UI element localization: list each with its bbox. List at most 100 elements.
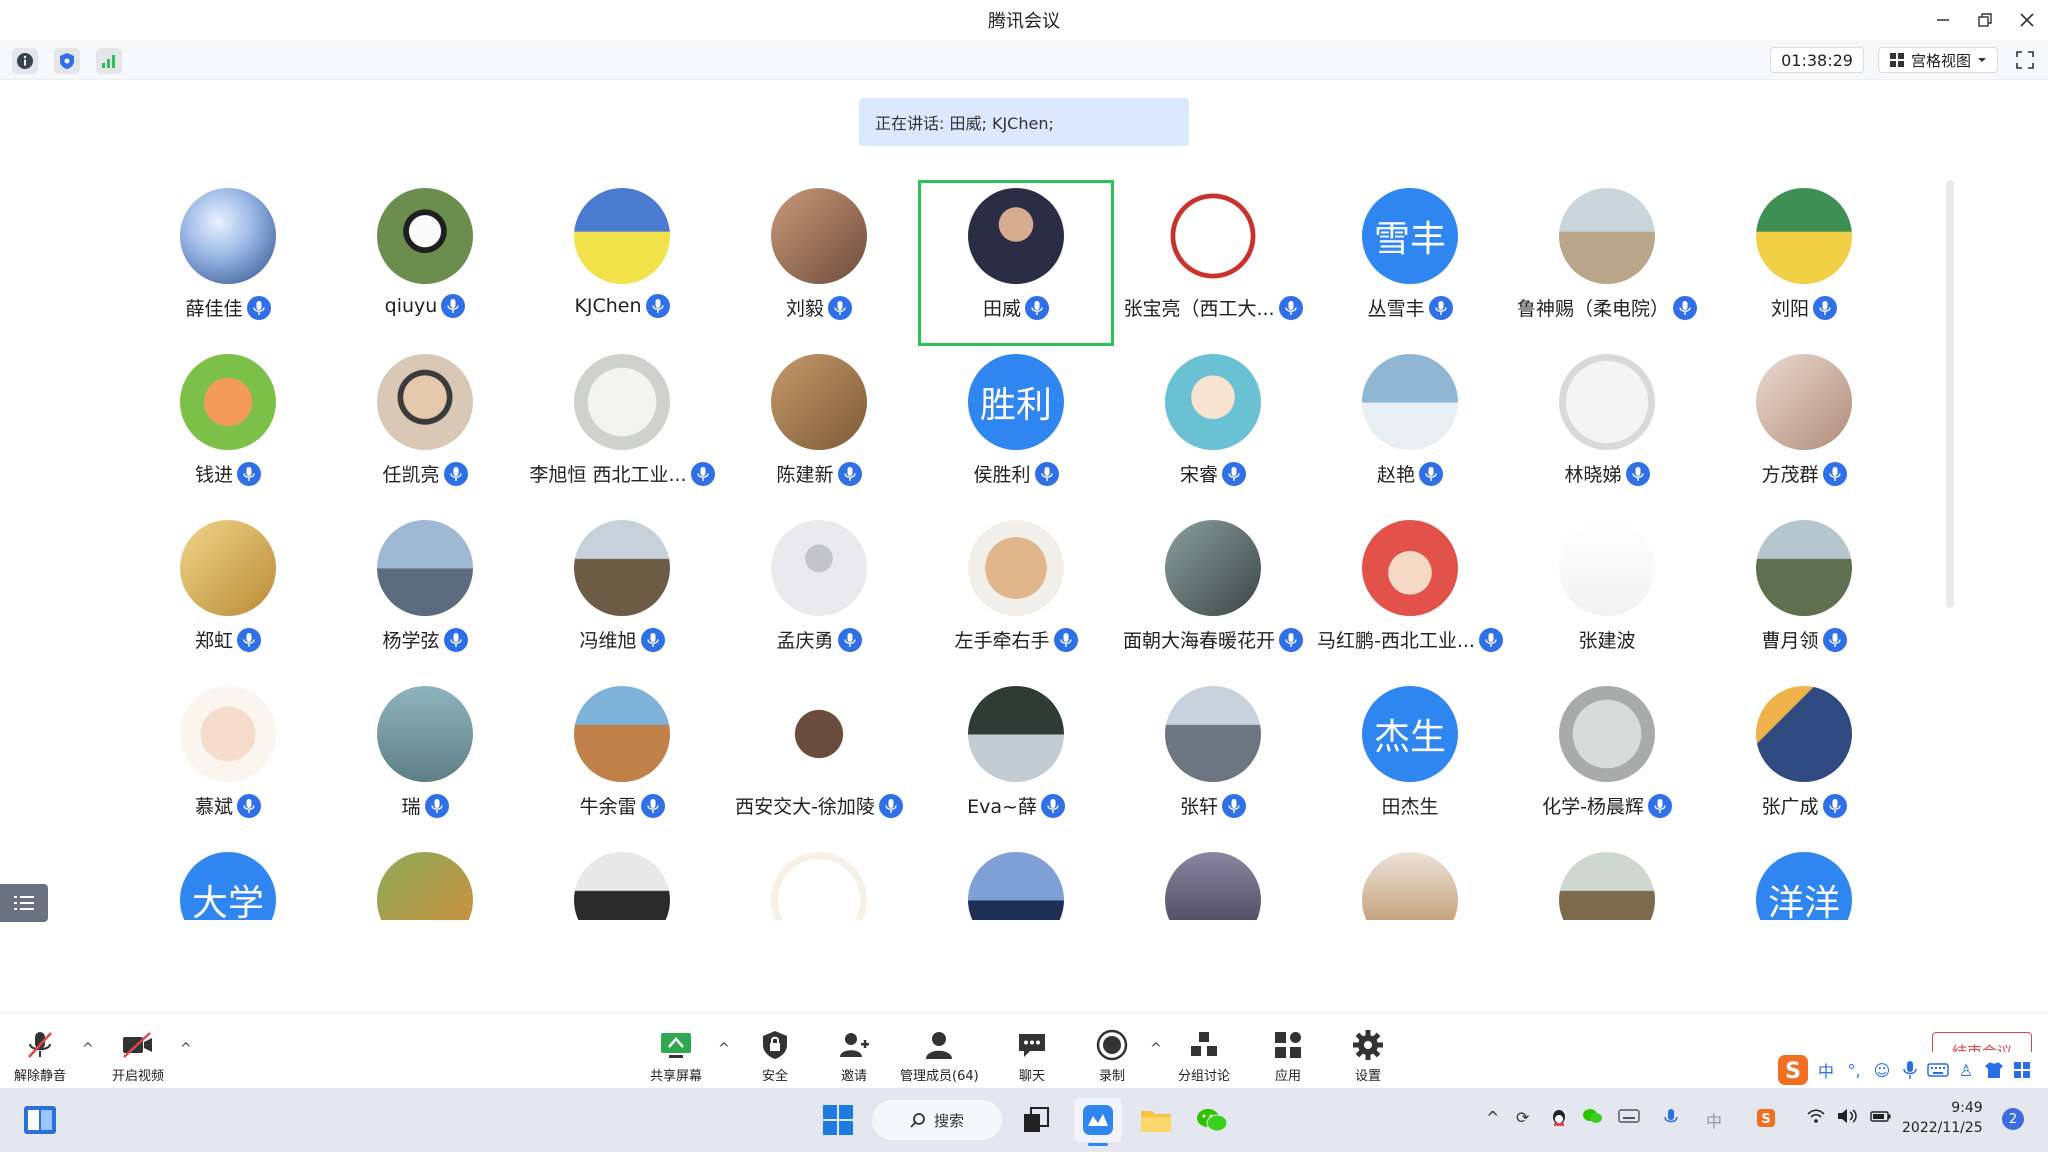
user-center-icon[interactable]: ♙ [1954, 1058, 1978, 1082]
participant-tile[interactable]: 瑞 [327, 678, 523, 844]
participant-tile[interactable]: 李旭恒 西北工业... [524, 346, 720, 512]
participant-tile[interactable]: 洋洋 [1706, 844, 1902, 920]
voice-input-icon[interactable] [1898, 1058, 1922, 1082]
invite-button[interactable]: 邀请 [838, 1029, 870, 1084]
participant-tile[interactable]: 杰生 田杰生 [1312, 678, 1508, 844]
sync-icon[interactable]: ⟳ [1516, 1108, 1529, 1127]
participant-tile[interactable]: 冯维旭 [524, 512, 720, 678]
participant-tile[interactable]: 孟庆勇 [721, 512, 917, 678]
notification-badge[interactable]: 2 [2002, 1108, 2024, 1130]
close-button[interactable] [2006, 0, 2048, 40]
sogou-ime-icon[interactable]: S [1776, 1053, 1810, 1087]
record-button[interactable]: 录制 [1096, 1029, 1128, 1084]
participant-tile[interactable]: 面朝大海春暖花开 [1115, 512, 1311, 678]
taskbar-search[interactable]: 搜索 [872, 1100, 1002, 1140]
participant-tile[interactable]: 胜利 侯胜利 [918, 346, 1114, 512]
battery-icon[interactable] [1870, 1108, 1892, 1128]
participant-tile[interactable] [524, 844, 720, 920]
task-view-button[interactable] [1014, 1098, 1058, 1142]
participant-tile[interactable]: 薛佳佳 [130, 180, 326, 346]
network-signal-button[interactable] [96, 48, 122, 74]
participant-tile[interactable]: 张宝亮（西工大... [1115, 180, 1311, 346]
participant-tile[interactable]: 刘毅 [721, 180, 917, 346]
ime-language-indicator[interactable]: 中 [1814, 1058, 1838, 1082]
audio-options-caret[interactable]: ^ [82, 1041, 94, 1057]
participant-tile[interactable] [327, 844, 523, 920]
participant-tile[interactable]: 化学-杨晨辉 [1509, 678, 1705, 844]
participant-tile[interactable]: 赵艳 [1312, 346, 1508, 512]
breakout-rooms-button[interactable]: 分组讨论 [1178, 1029, 1230, 1084]
tencent-meeting-taskbar-app[interactable] [1074, 1098, 1122, 1146]
participant-tile[interactable]: 钱进 [130, 346, 326, 512]
start-button[interactable] [816, 1098, 860, 1142]
qq-tray-icon[interactable] [1550, 1108, 1568, 1132]
security-button[interactable]: 安全 [760, 1029, 790, 1084]
participant-tile[interactable]: 慕斌 [130, 678, 326, 844]
file-explorer-button[interactable] [1134, 1098, 1178, 1142]
share-options-caret[interactable]: ^ [718, 1041, 730, 1057]
system-clock[interactable]: 9:49 2022/11/25 [1902, 1098, 1983, 1138]
participant-tile[interactable]: qiuyu [327, 180, 523, 346]
emoji-icon[interactable]: ☺ [1870, 1058, 1894, 1082]
participant-tile[interactable]: 张广成 [1706, 678, 1902, 844]
punctuation-icon[interactable]: °, [1842, 1058, 1866, 1082]
widgets-button[interactable] [18, 1098, 62, 1142]
participant-tile[interactable]: 田威 [918, 180, 1114, 346]
participant-list-toggle[interactable] [0, 884, 48, 922]
participant-tile[interactable]: KJChen [524, 180, 720, 346]
view-mode-dropdown[interactable]: 宫格视图 [1877, 47, 1998, 73]
participant-tile[interactable]: 牛余雷 [524, 678, 720, 844]
tray-overflow-caret[interactable]: ^ [1486, 1108, 1499, 1127]
participant-tile[interactable] [721, 844, 917, 920]
record-options-caret[interactable]: ^ [1150, 1041, 1162, 1057]
avatar: 大学 [180, 852, 276, 920]
participant-tile[interactable]: Eva~薛 [918, 678, 1114, 844]
wechat-button[interactable] [1190, 1098, 1234, 1142]
minimize-button[interactable] [1922, 0, 1964, 40]
grid-scrollbar[interactable] [1946, 180, 1954, 608]
restore-button[interactable] [1964, 0, 2006, 40]
participant-tile[interactable]: 鲁神赐（柔电院） [1509, 180, 1705, 346]
participant-tile[interactable] [1312, 844, 1508, 920]
keyboard-tray-icon[interactable] [1618, 1108, 1640, 1128]
mic-tray-icon[interactable] [1664, 1108, 1678, 1132]
keyboard-icon[interactable] [1926, 1058, 1950, 1082]
fullscreen-button[interactable] [2012, 47, 2038, 73]
ime-tray-indicator[interactable]: 中 [1706, 1108, 1722, 1132]
meeting-info-button[interactable] [12, 48, 38, 74]
participant-tile[interactable]: 张轩 [1115, 678, 1311, 844]
volume-icon[interactable] [1836, 1108, 1858, 1128]
participant-tile[interactable]: 西安交大-徐加陵 [721, 678, 917, 844]
participant-tile[interactable] [918, 844, 1114, 920]
participant-tile[interactable]: 马红鹏-西北工业... [1312, 512, 1508, 678]
toolbox-icon[interactable] [2010, 1058, 2034, 1082]
manage-members-button[interactable]: 管理成员(64) [900, 1029, 979, 1084]
participant-tile[interactable] [1509, 844, 1705, 920]
participant-tile[interactable]: 郑虹 [130, 512, 326, 678]
participant-tile[interactable]: 刘阳 [1706, 180, 1902, 346]
participant-tile[interactable]: 曹月领 [1706, 512, 1902, 678]
participant-tile[interactable]: 林晓娣 [1509, 346, 1705, 512]
participant-tile[interactable]: 左手牵右手 [918, 512, 1114, 678]
wifi-icon[interactable] [1806, 1108, 1826, 1128]
security-shield-button[interactable] [54, 48, 80, 74]
participant-tile[interactable]: 任凯亮 [327, 346, 523, 512]
video-options-caret[interactable]: ^ [180, 1041, 192, 1057]
sogou-tray-icon[interactable]: S [1756, 1108, 1776, 1132]
skin-shirt-icon[interactable] [1982, 1058, 2006, 1082]
wechat-tray-icon[interactable] [1582, 1108, 1602, 1128]
participant-tile[interactable]: 大学 [130, 844, 326, 920]
chat-button[interactable]: 聊天 [1016, 1029, 1048, 1084]
start-video-button[interactable]: 开启视频 [112, 1029, 164, 1084]
participant-tile[interactable]: 雪丰 丛雪丰 [1312, 180, 1508, 346]
apps-button[interactable]: 应用 [1272, 1029, 1304, 1084]
participant-tile[interactable]: 陈建新 [721, 346, 917, 512]
participant-tile[interactable] [1115, 844, 1311, 920]
settings-button[interactable]: 设置 [1352, 1029, 1384, 1084]
participant-tile[interactable]: 张建波 [1509, 512, 1705, 678]
share-screen-button[interactable]: 共享屏幕 [650, 1029, 702, 1084]
participant-tile[interactable]: 宋睿 [1115, 346, 1311, 512]
participant-tile[interactable]: 方茂群 [1706, 346, 1902, 512]
participant-tile[interactable]: 杨学弦 [327, 512, 523, 678]
unmute-button[interactable]: 解除静音 [14, 1029, 66, 1084]
